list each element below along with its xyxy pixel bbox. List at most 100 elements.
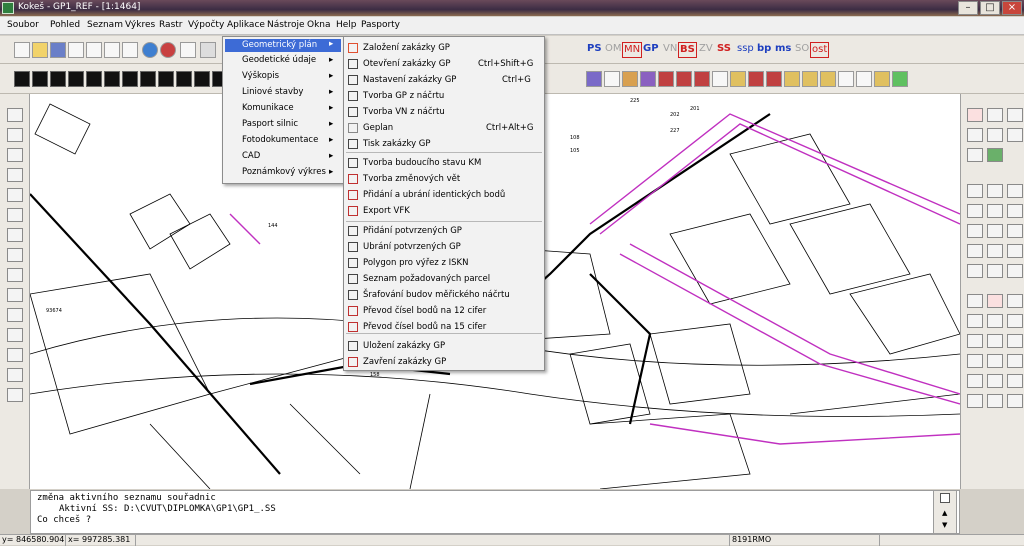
gp-menu-item[interactable]: Tvorba budoucího stavu KM [363,158,481,168]
tool-icon[interactable] [1007,128,1023,142]
aplikace-menu-item[interactable]: CAD [242,151,260,161]
arrow-left-icon[interactable] [967,204,983,218]
tool-icon[interactable] [7,328,23,342]
menu-rastr[interactable]: Rastr [156,19,186,31]
aplikace-menu-item[interactable]: Výškopis [242,71,279,81]
frame-icon[interactable] [1007,184,1023,198]
document-icon[interactable] [68,42,84,58]
aplikace-menu-item[interactable]: Komunikace [242,103,294,113]
aplikace-menu-item[interactable]: Fotodokumentace [242,135,318,145]
toolbar-ps-3[interactable]: GP [642,42,660,58]
grid-icon[interactable] [180,42,196,58]
tool-icon[interactable] [1007,354,1023,368]
toolbar-ps-8[interactable]: ssp [736,42,755,58]
folder-icon[interactable] [820,71,836,87]
tool-g-icon[interactable] [7,208,23,222]
frame-icon[interactable] [987,204,1003,218]
folder-icon[interactable] [730,71,746,87]
frame-icon[interactable] [967,224,983,238]
draw-tool-icon[interactable] [50,71,66,87]
draw-tool-icon[interactable] [158,71,174,87]
frame-icon[interactable] [1007,244,1023,258]
tool-icon[interactable] [987,334,1003,348]
toolbar-ps-7[interactable]: SS [716,42,732,58]
close-button[interactable]: × [1002,1,1022,15]
tool-icon[interactable] [7,368,23,382]
tool-icon[interactable] [7,388,23,402]
toolbar-ps-9[interactable]: bp [756,42,772,58]
draw-tool-icon[interactable] [104,71,120,87]
frame-icon[interactable] [967,184,983,198]
folder-icon[interactable] [874,71,890,87]
frame-icon[interactable] [1007,224,1023,238]
aplikace-menu-item[interactable]: Geodetické údaje [242,55,316,65]
parcel-icon[interactable] [640,71,656,87]
gp-menu-item[interactable]: Přidání a ubrání identických bodů [363,190,505,200]
arrow-up-icon[interactable] [987,184,1003,198]
tool-icon[interactable] [1007,394,1023,408]
parcel-icon[interactable] [694,71,710,87]
draw-tool-icon[interactable] [14,71,30,87]
gp-menu-item[interactable]: Převod čísel bodů na 12 cifer [363,306,486,316]
document-blue-icon[interactable] [122,42,138,58]
menu-soubor[interactable]: Soubor [4,19,42,31]
tool-icon[interactable] [1007,294,1023,308]
tool-icon[interactable] [7,308,23,322]
house-icon[interactable] [586,71,602,87]
toolbar-ps-10[interactable]: ms [774,42,792,58]
minimize-button[interactable]: – [958,1,978,15]
color-icon[interactable] [892,71,908,87]
tool-icon[interactable] [7,288,23,302]
document-green-icon[interactable] [104,42,120,58]
rewind-icon[interactable] [967,264,983,278]
toolbar-ps-11[interactable]: SO [794,42,810,58]
layers-icon[interactable] [160,42,176,58]
toolbar-ps-4[interactable]: VN [662,42,678,58]
house-icon[interactable] [987,294,1003,308]
parcel-icon[interactable] [658,71,674,87]
tool-icon[interactable] [987,108,1003,122]
crosshair-icon[interactable] [1007,108,1023,122]
draw-tool-icon[interactable] [122,71,138,87]
folder-icon[interactable] [802,71,818,87]
parcel-icon[interactable] [622,71,638,87]
command-window[interactable]: změna aktivního seznamu souřadnic Aktivn… [30,490,960,534]
measure-icon[interactable] [712,71,728,87]
menu-pasporty[interactable]: Pasporty [358,19,403,31]
gp-menu-item[interactable]: Otevření zakázky GP [363,59,450,69]
flag-icon[interactable] [748,71,764,87]
tool-icon[interactable] [967,314,983,328]
toolbar-ps-2[interactable]: MN [622,42,643,58]
scroll-down-icon[interactable]: ▼ [942,521,947,529]
gp-menu-item[interactable]: Nastavení zakázky GP [363,75,456,85]
tool-icon[interactable] [967,374,983,388]
toolbar-ps-5[interactable]: BS [678,42,697,58]
tool-icon[interactable] [7,248,23,262]
document-red-icon[interactable] [86,42,102,58]
gp-menu-item[interactable]: Založení zakázky GP [363,43,450,53]
frame-icon[interactable] [1007,264,1023,278]
arrow-down-icon[interactable] [987,224,1003,238]
tool-g-icon[interactable] [7,128,23,142]
draw-tool-icon[interactable] [68,71,84,87]
gp-menu-item[interactable]: Tisk zakázky GP [363,139,431,149]
toolbar-ps-6[interactable]: ZV [698,42,714,58]
undo-icon[interactable] [967,108,983,122]
wms-icon[interactable] [967,148,983,162]
gp-menu-item[interactable]: Seznam požadovaných parcel [363,274,490,284]
gp-menu-item[interactable]: Šrafování budov měřického náčrtu [363,290,510,300]
menu-vypocty[interactable]: Výpočty [185,19,227,31]
aplikace-menu-item[interactable]: Poznámkový výkres [242,167,326,177]
new-file-icon[interactable] [14,42,30,58]
aplikace-menu-item[interactable]: Liniové stavby [242,87,303,97]
arrow-right-icon[interactable] [1007,204,1023,218]
maximize-button[interactable]: □ [980,1,1000,15]
tool-icon[interactable] [987,394,1003,408]
tool-g-icon[interactable] [7,148,23,162]
document-icon[interactable] [838,71,854,87]
menu-nastroje[interactable]: Nástroje [264,19,308,31]
frame-icon[interactable] [987,244,1003,258]
menu-aplikace[interactable]: Aplikace [224,19,268,31]
globe-icon[interactable] [987,148,1003,162]
menu-seznam[interactable]: Seznam [84,19,126,31]
